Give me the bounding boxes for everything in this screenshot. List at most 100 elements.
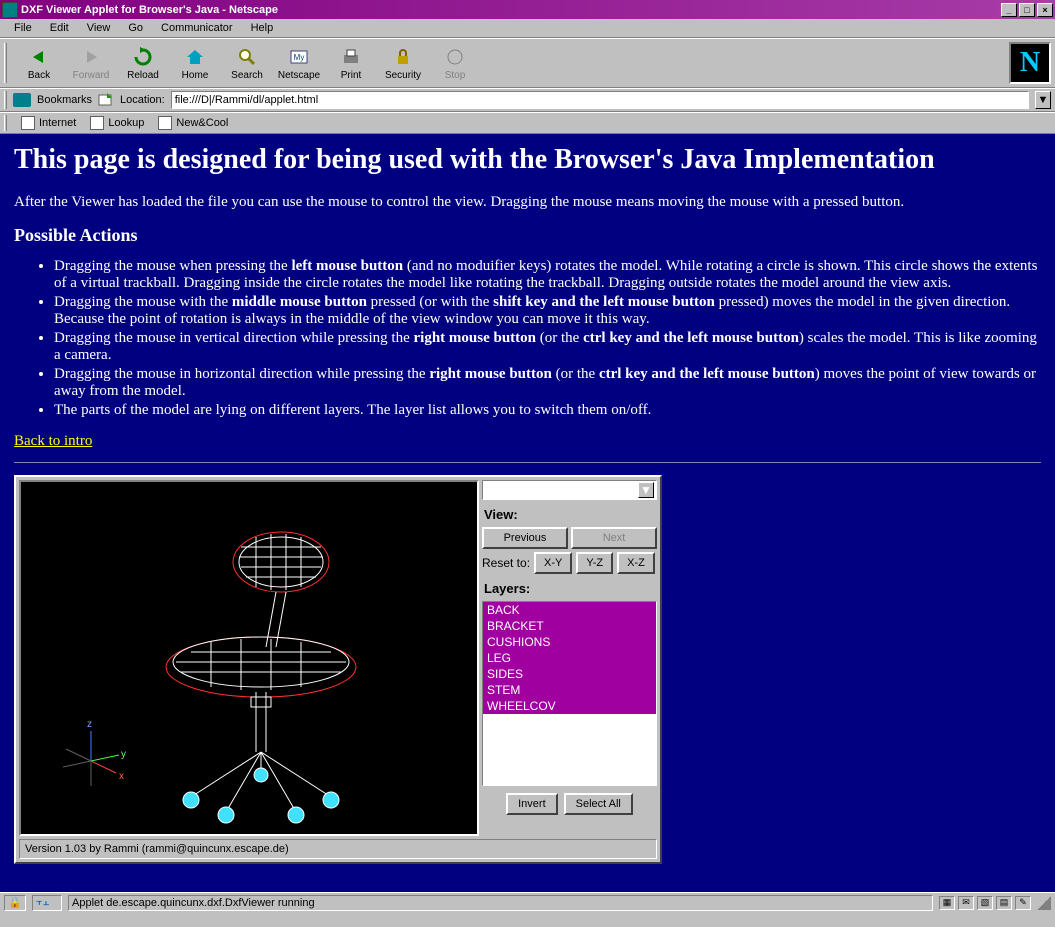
layer-item[interactable]: CUSHIONS (483, 634, 656, 650)
xz-button[interactable]: X-Z (617, 552, 655, 574)
status-lock-icon[interactable]: 🔒 (4, 895, 26, 911)
app-icon (2, 2, 18, 18)
back-to-intro-link[interactable]: Back to intro (14, 433, 92, 449)
status-progress-icon: ⫟⫠ (32, 895, 62, 911)
location-input[interactable]: file:///D|/Rammi/dl/applet.html (171, 91, 1029, 109)
link-newcool[interactable]: New&Cool (158, 116, 228, 130)
previous-button[interactable]: Previous (482, 527, 568, 549)
layer-item[interactable]: BACK (483, 602, 656, 618)
applet-sidepanel: Move reduced ▼ View: Previous Next Reset… (482, 480, 657, 836)
tray-news-icon[interactable]: ▧ (977, 896, 993, 910)
yz-button[interactable]: Y-Z (576, 552, 613, 574)
reload-button[interactable]: Reload (117, 41, 169, 85)
mode-dropdown[interactable]: Move reduced ▼ (482, 480, 657, 500)
intro-text: After the Viewer has loaded the file you… (14, 194, 1041, 211)
view-label: View: (482, 503, 657, 524)
locbar-grip[interactable] (4, 91, 7, 109)
close-button[interactable]: × (1037, 3, 1053, 17)
chevron-down-icon: ▼ (638, 482, 654, 498)
tray-navigator-icon[interactable]: ▦ (939, 896, 955, 910)
menu-edit[interactable]: Edit (42, 22, 77, 34)
applet-version: Version 1.03 by Rammi (rammi@quincunx.es… (19, 839, 657, 859)
menu-communicator[interactable]: Communicator (153, 22, 241, 34)
back-arrow-icon (27, 45, 51, 69)
component-bar: ▦ ✉ ▧ ▤ ✎ (939, 896, 1031, 910)
menu-help[interactable]: Help (243, 22, 282, 34)
menubar: File Edit View Go Communicator Help (0, 19, 1055, 38)
list-item: Dragging the mouse in horizontal directi… (54, 366, 1041, 400)
page-content[interactable]: This page is designed for being used wit… (0, 134, 1055, 892)
link-internet[interactable]: Internet (21, 116, 76, 130)
link-bar: Internet Lookup New&Cool (0, 112, 1055, 134)
resize-grip[interactable] (1037, 896, 1051, 910)
list-item: Dragging the mouse when pressing the lef… (54, 258, 1041, 292)
next-button[interactable]: Next (571, 527, 657, 549)
location-label: Location: (120, 94, 165, 106)
doc-icon (90, 116, 104, 130)
list-item: Dragging the mouse with the middle mouse… (54, 294, 1041, 328)
netscape-logo: N (1009, 42, 1051, 84)
layer-item[interactable]: WHEELCOV (483, 698, 656, 714)
maximize-button[interactable]: □ (1019, 3, 1035, 17)
menu-view[interactable]: View (79, 22, 119, 34)
security-button[interactable]: Security (377, 41, 429, 85)
search-button[interactable]: Search (221, 41, 273, 85)
home-button[interactable]: Home (169, 41, 221, 85)
statusbar: 🔒 ⫟⫠ Applet de.escape.quincunx.dxf.DxfVi… (0, 892, 1055, 912)
tray-mail-icon[interactable]: ✉ (958, 896, 974, 910)
layer-listbox[interactable]: BACK BRACKET CUSHIONS LEG SIDES STEM WHE… (482, 601, 657, 786)
invert-button[interactable]: Invert (506, 793, 558, 815)
reset-label: Reset to: (482, 556, 530, 570)
xy-button[interactable]: X-Y (534, 552, 572, 574)
search-icon (235, 45, 259, 69)
axes-gizmo: x y z (61, 721, 131, 794)
chair-wireframe (151, 512, 411, 832)
menu-file[interactable]: File (6, 22, 40, 34)
window-title: DXF Viewer Applet for Browser's Java - N… (21, 4, 999, 16)
status-message: Applet de.escape.quincunx.dxf.DxfViewer … (68, 895, 933, 911)
location-dropdown[interactable]: ▼ (1035, 91, 1051, 109)
print-icon (339, 45, 363, 69)
page-title: This page is designed for being used wit… (14, 144, 1041, 176)
forward-arrow-icon (79, 45, 103, 69)
stop-icon (443, 45, 467, 69)
layer-item[interactable]: BRACKET (483, 618, 656, 634)
dxf-applet: x y z Move reduced ▼ View: Previous Next… (14, 475, 662, 864)
linkbar-grip[interactable] (4, 115, 7, 131)
layers-label: Layers: (482, 577, 657, 598)
location-bar: Bookmarks Location: file:///D|/Rammi/dl/… (0, 88, 1055, 112)
actions-heading: Possible Actions (14, 225, 1041, 246)
layer-item[interactable]: STEM (483, 682, 656, 698)
tray-composer-icon[interactable]: ✎ (1015, 896, 1031, 910)
divider (14, 462, 1041, 463)
layer-item[interactable]: LEG (483, 650, 656, 666)
select-all-button[interactable]: Select All (564, 793, 633, 815)
netscape-icon: My (287, 45, 311, 69)
layer-item[interactable]: SIDES (483, 666, 656, 682)
stop-button[interactable]: Stop (429, 41, 481, 85)
back-button[interactable]: Back (13, 41, 65, 85)
actions-list: Dragging the mouse when pressing the lef… (54, 258, 1041, 419)
svg-text:My: My (294, 53, 305, 62)
doc-icon (158, 116, 172, 130)
toolbar: Back Forward Reload Home Search My Netsc… (0, 38, 1055, 88)
reload-icon (131, 45, 155, 69)
link-lookup[interactable]: Lookup (90, 116, 144, 130)
location-icon (98, 93, 114, 107)
minimize-button[interactable]: _ (1001, 3, 1017, 17)
bookmarks-label[interactable]: Bookmarks (37, 94, 92, 106)
list-item: The parts of the model are lying on diff… (54, 402, 1041, 419)
forward-button[interactable]: Forward (65, 41, 117, 85)
list-item: Dragging the mouse in vertical direction… (54, 330, 1041, 364)
print-button[interactable]: Print (325, 41, 377, 85)
home-icon (183, 45, 207, 69)
3d-canvas[interactable]: x y z (19, 480, 479, 836)
toolbar-grip[interactable] (4, 43, 7, 83)
menu-go[interactable]: Go (120, 22, 151, 34)
doc-icon (21, 116, 35, 130)
bookmarks-icon[interactable] (13, 93, 31, 107)
tray-address-icon[interactable]: ▤ (996, 896, 1012, 910)
netscape-button[interactable]: My Netscape (273, 41, 325, 85)
window-titlebar: DXF Viewer Applet for Browser's Java - N… (0, 0, 1055, 19)
lock-icon (391, 45, 415, 69)
